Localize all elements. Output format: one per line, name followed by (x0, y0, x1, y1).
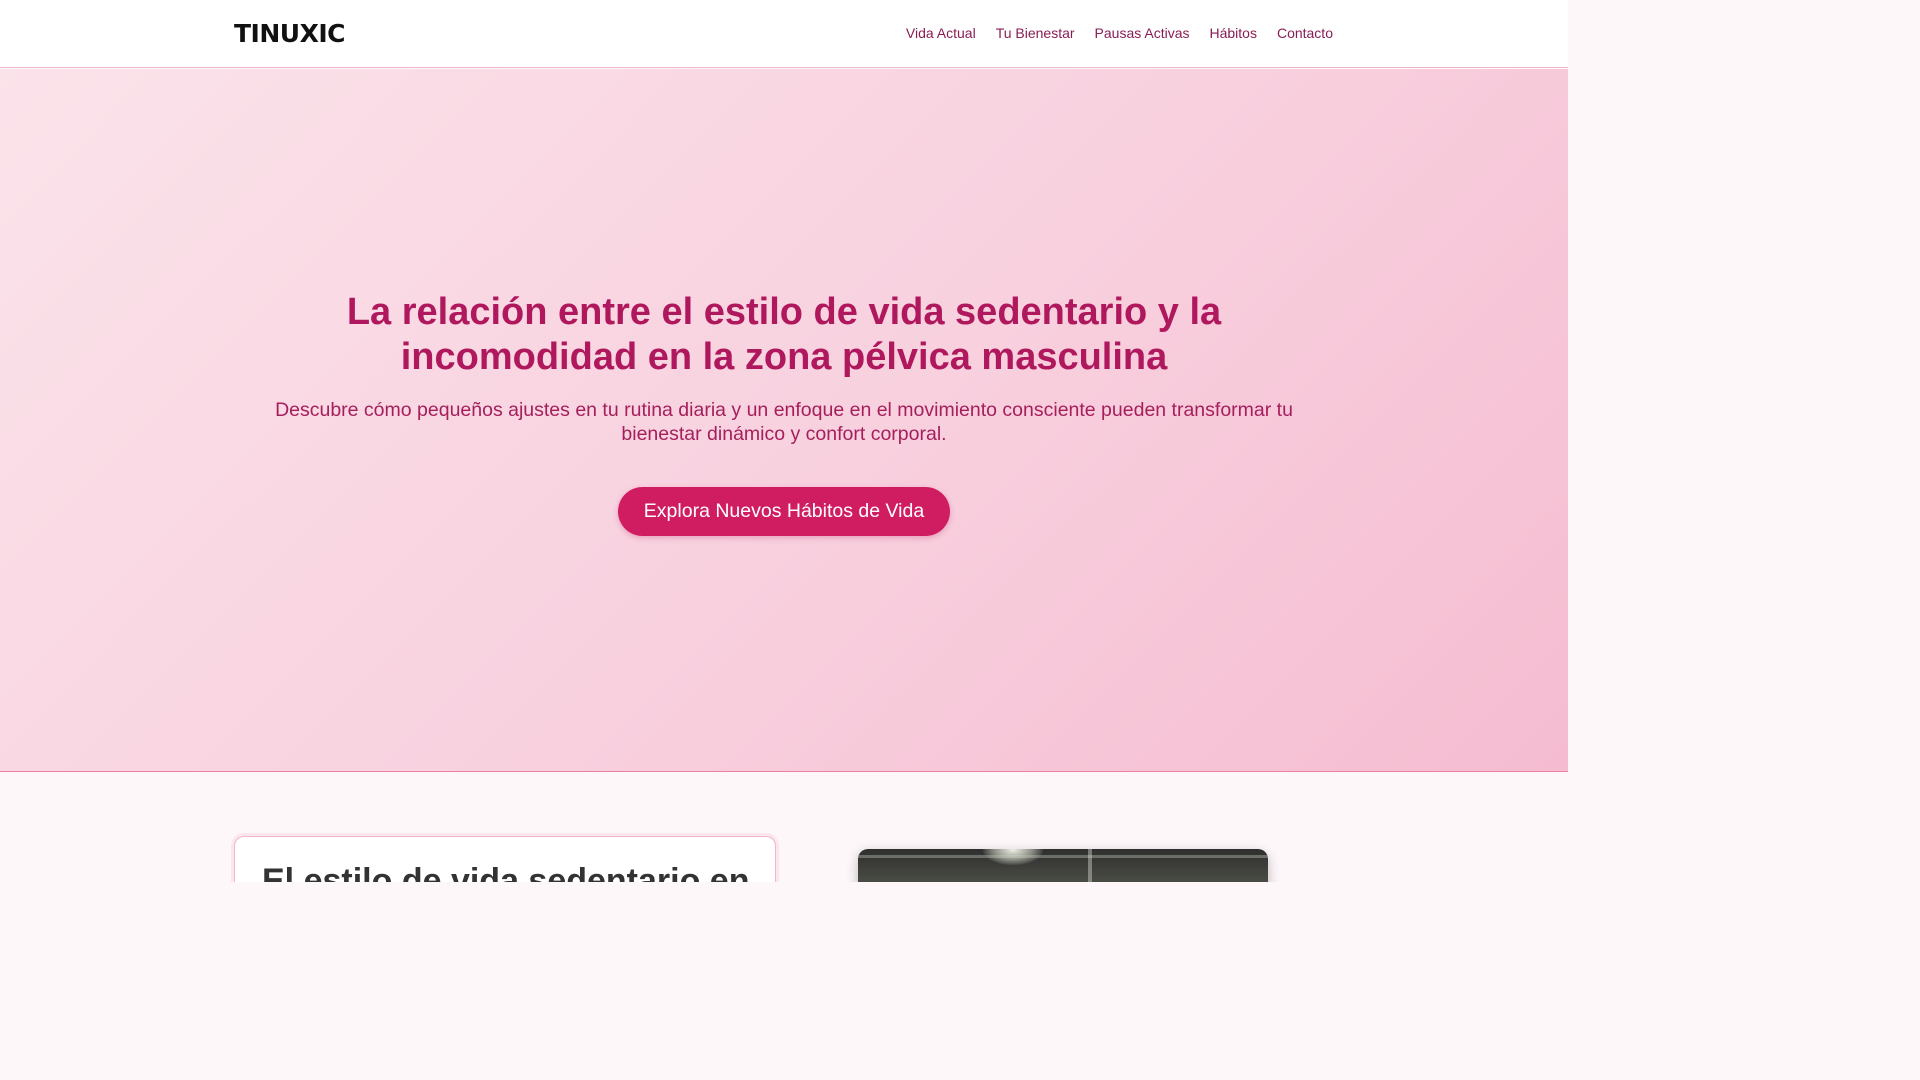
hero-title: La relación entre el estilo de vida sede… (346, 291, 1222, 378)
hero-section: La relación entre el estilo de vida sede… (0, 69, 1568, 772)
content-section: El estilo de vida sedentario en (0, 773, 1568, 882)
hero-subtitle: Descubre cómo pequeños ajustes en tu rut… (275, 399, 1293, 445)
site-logo[interactable]: TINUXIC (234, 19, 346, 48)
image-detail (858, 855, 1268, 858)
nav-link-vida-actual[interactable]: Vida Actual (906, 25, 976, 41)
content-card: El estilo de vida sedentario en (234, 836, 776, 882)
site-header: TINUXIC Vida Actual Tu Bienestar Pausas … (0, 0, 1568, 68)
nav-link-tu-bienestar[interactable]: Tu Bienestar (996, 25, 1075, 41)
main-nav: Vida Actual Tu Bienestar Pausas Activas … (886, 25, 1333, 41)
image-light (983, 849, 1043, 865)
image-detail (1088, 849, 1092, 882)
nav-link-contacto[interactable]: Contacto (1277, 25, 1333, 41)
card-heading: El estilo de vida sedentario en (262, 862, 750, 882)
nav-link-habitos[interactable]: Hábitos (1209, 25, 1256, 41)
nav-link-pausas-activas[interactable]: Pausas Activas (1095, 25, 1190, 41)
explore-habits-button[interactable]: Explora Nuevos Hábitos de Vida (618, 487, 950, 536)
section-image (858, 849, 1268, 882)
